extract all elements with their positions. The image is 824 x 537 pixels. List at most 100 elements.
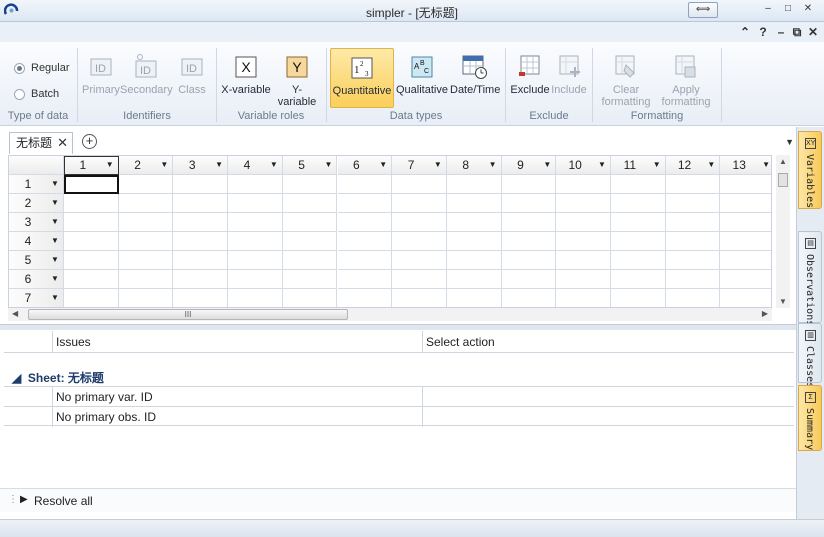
grid-cell[interactable] <box>446 232 502 251</box>
grid-cell[interactable] <box>666 289 721 307</box>
doc-restore-icon[interactable]: ⧉ <box>790 25 804 40</box>
grid-cell[interactable] <box>556 270 611 289</box>
vertical-scroll-thumb[interactable] <box>778 173 788 187</box>
grid-cell[interactable] <box>665 232 721 251</box>
y-variable-button[interactable]: Y Y-variable <box>273 48 321 108</box>
minimize-button[interactable]: – <box>760 2 776 18</box>
grid-cell[interactable] <box>64 289 119 307</box>
grid-cell[interactable] <box>173 232 229 251</box>
grid-cell[interactable] <box>392 270 447 289</box>
grid-cell[interactable] <box>228 232 283 251</box>
grid-cell[interactable] <box>119 289 174 307</box>
grid-cell[interactable] <box>611 289 666 307</box>
grid-cell[interactable] <box>446 251 502 270</box>
grid-cell[interactable] <box>64 251 119 270</box>
close-button[interactable]: ✕ <box>800 2 816 18</box>
grid-cell[interactable] <box>282 251 338 270</box>
grid-cell[interactable] <box>282 270 338 289</box>
grid-cell[interactable] <box>556 213 611 232</box>
grid-cell[interactable] <box>64 232 119 251</box>
row-header[interactable]: 6 ▼ <box>9 270 64 289</box>
expand-triangle-icon[interactable]: ▶ <box>20 494 28 505</box>
column-dropdown-icon[interactable]: ▼ <box>213 158 225 172</box>
grid-cell[interactable] <box>64 213 119 232</box>
resolve-all-button[interactable]: Resolve all <box>34 494 93 508</box>
radio-batch[interactable]: Batch <box>14 88 59 100</box>
tab-list-dropdown-icon[interactable]: ▼ <box>785 137 794 147</box>
grid-cell[interactable] <box>118 175 174 194</box>
scroll-up-icon[interactable]: ▲ <box>779 157 787 166</box>
grid-cell[interactable] <box>337 213 393 232</box>
row-header[interactable]: 7 ▼ <box>9 289 64 307</box>
column-dropdown-icon[interactable]: ▼ <box>541 158 553 172</box>
column-header[interactable]: 11 ▼ <box>611 156 666 175</box>
grid-cell[interactable] <box>64 175 119 194</box>
row-header[interactable]: 3 ▼ <box>9 213 64 232</box>
grid-cell[interactable] <box>392 175 447 194</box>
grid-cell[interactable] <box>337 232 393 251</box>
window-restore-icon[interactable]: ⟺ <box>688 2 718 18</box>
grid-cell[interactable] <box>720 213 771 232</box>
grid-cell[interactable] <box>501 213 557 232</box>
grid-cell[interactable] <box>392 232 447 251</box>
grid-cell[interactable] <box>611 175 666 194</box>
grid-cell[interactable] <box>337 194 393 213</box>
row-dropdown-icon[interactable]: ▼ <box>49 291 61 305</box>
grid-cell[interactable] <box>611 194 666 213</box>
grid-cell[interactable] <box>446 213 502 232</box>
tab-classes[interactable]: ▥ Classes <box>798 323 822 388</box>
column-dropdown-icon[interactable]: ▼ <box>158 158 170 172</box>
grid-cell[interactable] <box>173 289 229 307</box>
exclude-button[interactable]: Exclude <box>510 48 550 96</box>
column-header[interactable]: 1 ▼ <box>64 156 119 175</box>
grid-cell[interactable] <box>64 194 119 213</box>
column-dropdown-icon[interactable]: ▼ <box>104 158 116 172</box>
grid-cell[interactable] <box>556 232 611 251</box>
grid-cell[interactable] <box>282 175 338 194</box>
secondary-id-button[interactable]: ID Secondary <box>120 48 173 96</box>
grid-cell[interactable] <box>720 289 771 307</box>
grid-cell[interactable] <box>118 270 174 289</box>
grid-cell[interactable] <box>665 270 721 289</box>
grid-cell[interactable] <box>118 194 174 213</box>
grid-cell[interactable] <box>338 289 393 307</box>
grid-cell[interactable] <box>392 213 447 232</box>
grid-cell[interactable] <box>501 232 557 251</box>
column-header[interactable]: 8 ▼ <box>446 156 502 175</box>
row-dropdown-icon[interactable]: ▼ <box>49 196 61 210</box>
grid-cell[interactable] <box>173 251 229 270</box>
grid-cell[interactable] <box>228 289 283 307</box>
collapse-triangle-icon[interactable]: ◢ <box>12 371 21 385</box>
grid-cell[interactable] <box>173 213 229 232</box>
grid-cell[interactable] <box>392 251 447 270</box>
column-header[interactable]: 3 ▼ <box>173 156 229 175</box>
grid-cell[interactable] <box>720 251 771 270</box>
doc-close-icon[interactable]: ✕ <box>806 25 820 39</box>
grid-cell[interactable] <box>282 213 338 232</box>
grid-cell[interactable] <box>228 175 283 194</box>
grid-cell[interactable] <box>446 194 502 213</box>
grid-cell[interactable] <box>665 251 721 270</box>
grid-cell[interactable] <box>720 232 771 251</box>
grid-cell[interactable] <box>611 213 666 232</box>
panel-splitter[interactable] <box>0 324 796 330</box>
grid-cell[interactable] <box>118 213 174 232</box>
column-header[interactable]: 9 ▼ <box>501 156 557 175</box>
grid-cell[interactable] <box>228 194 283 213</box>
radio-regular-indicator[interactable] <box>14 62 25 74</box>
radio-regular[interactable]: Regular <box>14 62 70 74</box>
doc-minimize-icon[interactable]: – <box>774 25 788 39</box>
grid-cell[interactable] <box>556 175 611 194</box>
column-dropdown-icon[interactable]: ▼ <box>487 158 499 172</box>
horizontal-scroll-thumb[interactable]: III <box>28 309 348 320</box>
document-tab[interactable]: 无标题 ✕ <box>9 132 73 154</box>
add-tab-icon[interactable]: + <box>82 134 97 149</box>
column-header[interactable]: 7 ▼ <box>392 156 447 175</box>
grid-cell[interactable] <box>118 251 174 270</box>
column-dropdown-icon[interactable]: ▼ <box>268 158 280 172</box>
grid-cell[interactable] <box>556 251 611 270</box>
include-button[interactable]: Include <box>550 48 588 96</box>
grid-cell[interactable] <box>337 175 393 194</box>
quantitative-button[interactable]: 123 Quantitative <box>330 48 394 108</box>
row-header[interactable]: 1 ▼ <box>9 175 64 194</box>
